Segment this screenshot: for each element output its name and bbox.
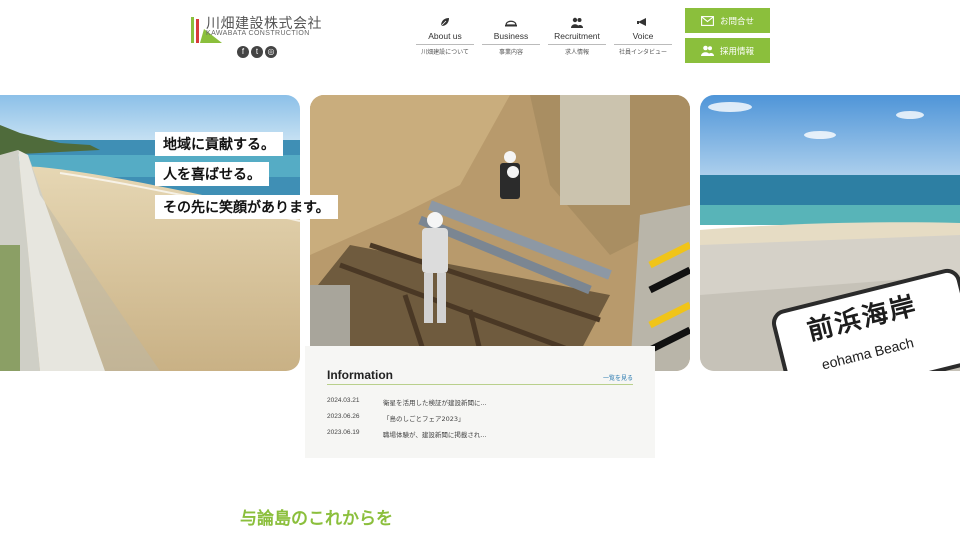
- news-title: 職場体験が、建設新聞に掲載され...: [383, 431, 487, 439]
- mail-icon: [701, 15, 714, 26]
- nav-label-en: Recruitment: [554, 31, 600, 41]
- hero-copy-line: 地域に貢献する。: [155, 132, 283, 156]
- news-date: 2023.06.26: [327, 413, 360, 420]
- megaphone-icon: [637, 18, 646, 26]
- twitter-icon[interactable]: t: [251, 46, 263, 58]
- lead-heading: 与論島のこれからを: [240, 507, 393, 532]
- lead-heading-line: 与論島のこれからを: [240, 509, 393, 529]
- recruit-label: 採用情報: [719, 46, 754, 57]
- nav-label-jp: 川畑建設について: [421, 49, 469, 56]
- news-date: 2023.06.19: [327, 429, 360, 436]
- facebook-icon[interactable]: f: [237, 46, 249, 58]
- nav-item-recruitment[interactable]: Recruitment 求人情報: [544, 14, 610, 56]
- instagram-icon[interactable]: ◎: [265, 46, 277, 58]
- nav-item-business[interactable]: Business 事業内容: [478, 14, 544, 56]
- social-links: f t ◎: [237, 46, 277, 58]
- people-icon: [571, 17, 583, 28]
- divider: [327, 384, 633, 385]
- people-icon: [700, 45, 714, 56]
- hero-photo-construction: [310, 95, 690, 371]
- hero-copy-line: その先に笑顔があります。: [155, 195, 338, 219]
- news-item[interactable]: 2023.06.19 職場体験が、建設新聞に掲載され...: [327, 429, 487, 439]
- nav-label-jp: 求人情報: [564, 49, 589, 56]
- nav-item-voice[interactable]: Voice 社員インタビュー: [610, 14, 676, 56]
- helmet-icon: [505, 20, 517, 27]
- hero-photo-sign: 前浜海岸 eohama Beach: [700, 95, 960, 371]
- contact-label: お問合せ: [719, 16, 754, 27]
- leaf-icon: [440, 18, 449, 27]
- information-title: Information: [327, 368, 393, 382]
- information-panel: Information 一覧を見る 2024.03.21 衛星を活用した検証が建…: [305, 346, 655, 458]
- news-item[interactable]: 2023.06.26 「島のしごとフェア2023」: [327, 413, 465, 423]
- hero-copy-line: 人を喜ばせる。: [155, 162, 269, 186]
- news-title: 衛星を活用した検証が建設新聞に...: [383, 399, 487, 407]
- nav-label-en: About us: [428, 31, 462, 41]
- company-logo[interactable]: 川畑建設株式会社 KAWABATA CONSTRUCTION: [190, 13, 322, 47]
- nav-label-en: Voice: [632, 31, 654, 41]
- recruit-button[interactable]: 採用情報: [685, 38, 770, 63]
- nav-label-en: Business: [493, 31, 529, 41]
- global-nav: About us 川畑建設について Business 事業内容 Recruitm…: [412, 14, 676, 56]
- news-title: 「島のしごとフェア2023」: [383, 415, 465, 423]
- news-date: 2024.03.21: [327, 397, 360, 404]
- logo-name-en: KAWABATA CONSTRUCTION: [206, 30, 310, 37]
- contact-button[interactable]: お問合せ: [685, 8, 770, 33]
- nav-label-jp: 社員インタビュー: [618, 49, 667, 56]
- nav-label-jp: 事業内容: [498, 49, 523, 56]
- nav-item-about[interactable]: About us 川畑建設について: [412, 14, 478, 56]
- news-item[interactable]: 2024.03.21 衛星を活用した検証が建設新聞に...: [327, 397, 487, 407]
- information-more-link[interactable]: 一覧を見る: [603, 373, 633, 382]
